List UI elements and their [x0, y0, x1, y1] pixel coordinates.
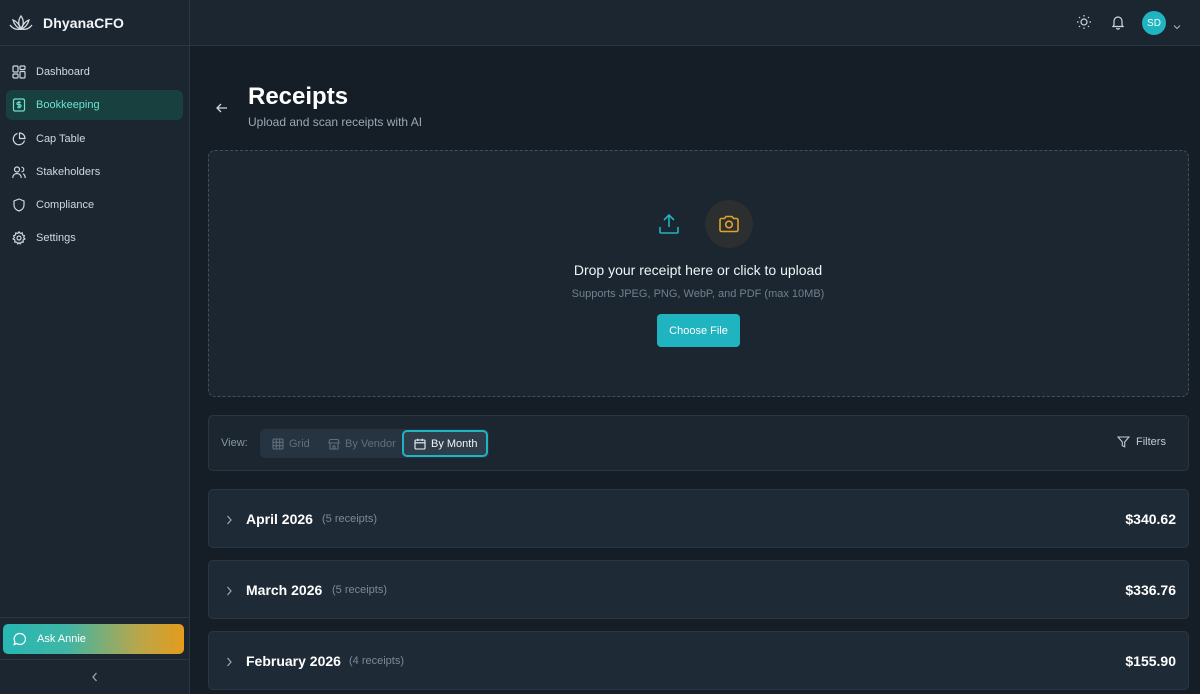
sidebar: DhyanaCFO Dashboard Bookkeeping Cap Tabl… [0, 0, 190, 694]
grid-icon [272, 437, 284, 450]
month-receipt-count: (5 receipts) [322, 513, 378, 525]
ask-annie-button[interactable]: Ask Annie [3, 624, 184, 654]
view-option-label: By Month [431, 437, 478, 450]
upload-dropzone[interactable]: Drop your receipt here or click to uploa… [208, 150, 1189, 397]
filters-label: Filters [1136, 436, 1166, 448]
users-icon [12, 165, 26, 179]
view-label: View: [221, 437, 248, 449]
sidebar-item-label: Compliance [36, 199, 95, 212]
sidebar-item-stakeholders[interactable]: Stakeholders [6, 157, 183, 187]
upload-icon [657, 212, 681, 241]
layout-grid-icon [12, 65, 26, 79]
month-total: $340.62 [1125, 511, 1176, 527]
filters-button[interactable]: Filters [1117, 436, 1166, 448]
chevron-down-icon[interactable] [1172, 18, 1182, 36]
brand[interactable]: DhyanaCFO [0, 0, 189, 46]
view-option-by-vendor[interactable]: By Vendor [328, 429, 396, 458]
shield-icon [12, 198, 26, 212]
topbar: SD [190, 0, 1200, 46]
sidebar-item-label: Dashboard [36, 66, 90, 78]
chevron-right-icon [224, 584, 234, 602]
view-option-label: By Vendor [345, 437, 396, 450]
month-receipt-count: (4 receipts) [349, 655, 405, 667]
view-option-by-month[interactable]: By Month [402, 430, 489, 457]
camera-icon [719, 215, 739, 233]
upload-title: Drop your receipt here or click to uploa… [573, 262, 823, 278]
avatar[interactable]: SD [1142, 11, 1166, 35]
upload-subtitle: Supports JPEG, PNG, WebP, and PDF (max 1… [571, 288, 825, 300]
gear-icon [12, 231, 26, 246]
view-option-grid[interactable]: Grid [272, 429, 310, 458]
collapse-sidebar-button[interactable] [0, 660, 190, 694]
month-name: April 2026 [246, 511, 313, 527]
chat-bubble-icon [13, 632, 26, 646]
chevron-right-icon [224, 655, 234, 673]
month-total: $155.90 [1125, 653, 1176, 669]
page-title: Receipts [248, 83, 349, 110]
month-name: February 2026 [246, 653, 341, 669]
sidebar-item-label: Cap Table [36, 132, 86, 145]
filter-icon [1117, 436, 1130, 448]
choose-file-button[interactable]: Choose File [657, 314, 740, 347]
sidebar-item-label: Bookkeeping [36, 99, 100, 112]
app-name: DhyanaCFO [43, 14, 125, 31]
page-subtitle: Upload and scan receipts with AI [248, 115, 423, 129]
sidebar-item-settings[interactable]: Settings [6, 223, 183, 253]
calendar-icon [414, 438, 426, 450]
ask-annie-wrap: Ask Annie [0, 617, 190, 660]
dollar-receipt-icon [12, 98, 26, 112]
sidebar-nav: Dashboard Bookkeeping Cap Table Stakehol… [0, 46, 189, 253]
back-arrow-icon[interactable] [215, 101, 229, 119]
month-receipt-count: (5 receipts) [332, 584, 388, 596]
pie-chart-icon [12, 131, 26, 146]
chevron-right-icon [224, 513, 234, 531]
sidebar-item-bookkeeping[interactable]: Bookkeeping [6, 90, 183, 121]
view-switcher: Grid By Vendor By Month [260, 429, 489, 458]
camera-button[interactable] [705, 200, 753, 248]
store-icon [328, 438, 340, 450]
lotus-logo-icon [9, 14, 33, 30]
month-group-row[interactable]: April 2026 (5 receipts) $340.62 [208, 489, 1189, 548]
view-toolbar: View: Grid By Vendor By Month Filters [208, 415, 1189, 471]
ask-annie-label: Ask Annie [37, 633, 86, 645]
month-group-row[interactable]: February 2026 (4 receipts) $155.90 [208, 631, 1189, 690]
sidebar-item-label: Settings [36, 232, 76, 245]
sun-icon[interactable] [1076, 14, 1092, 35]
month-group-row[interactable]: March 2026 (5 receipts) $336.76 [208, 560, 1189, 619]
view-option-label: Grid [289, 437, 310, 450]
sidebar-footer: Ask Annie [0, 617, 190, 694]
bell-icon[interactable] [1110, 14, 1126, 35]
sidebar-item-dashboard[interactable]: Dashboard [6, 57, 183, 87]
sidebar-item-cap-table[interactable]: Cap Table [6, 124, 183, 154]
sidebar-item-label: Stakeholders [36, 165, 101, 178]
month-total: $336.76 [1125, 582, 1176, 598]
chevron-left-icon [92, 672, 97, 682]
month-name: March 2026 [246, 582, 323, 598]
sidebar-item-compliance[interactable]: Compliance [6, 190, 183, 220]
